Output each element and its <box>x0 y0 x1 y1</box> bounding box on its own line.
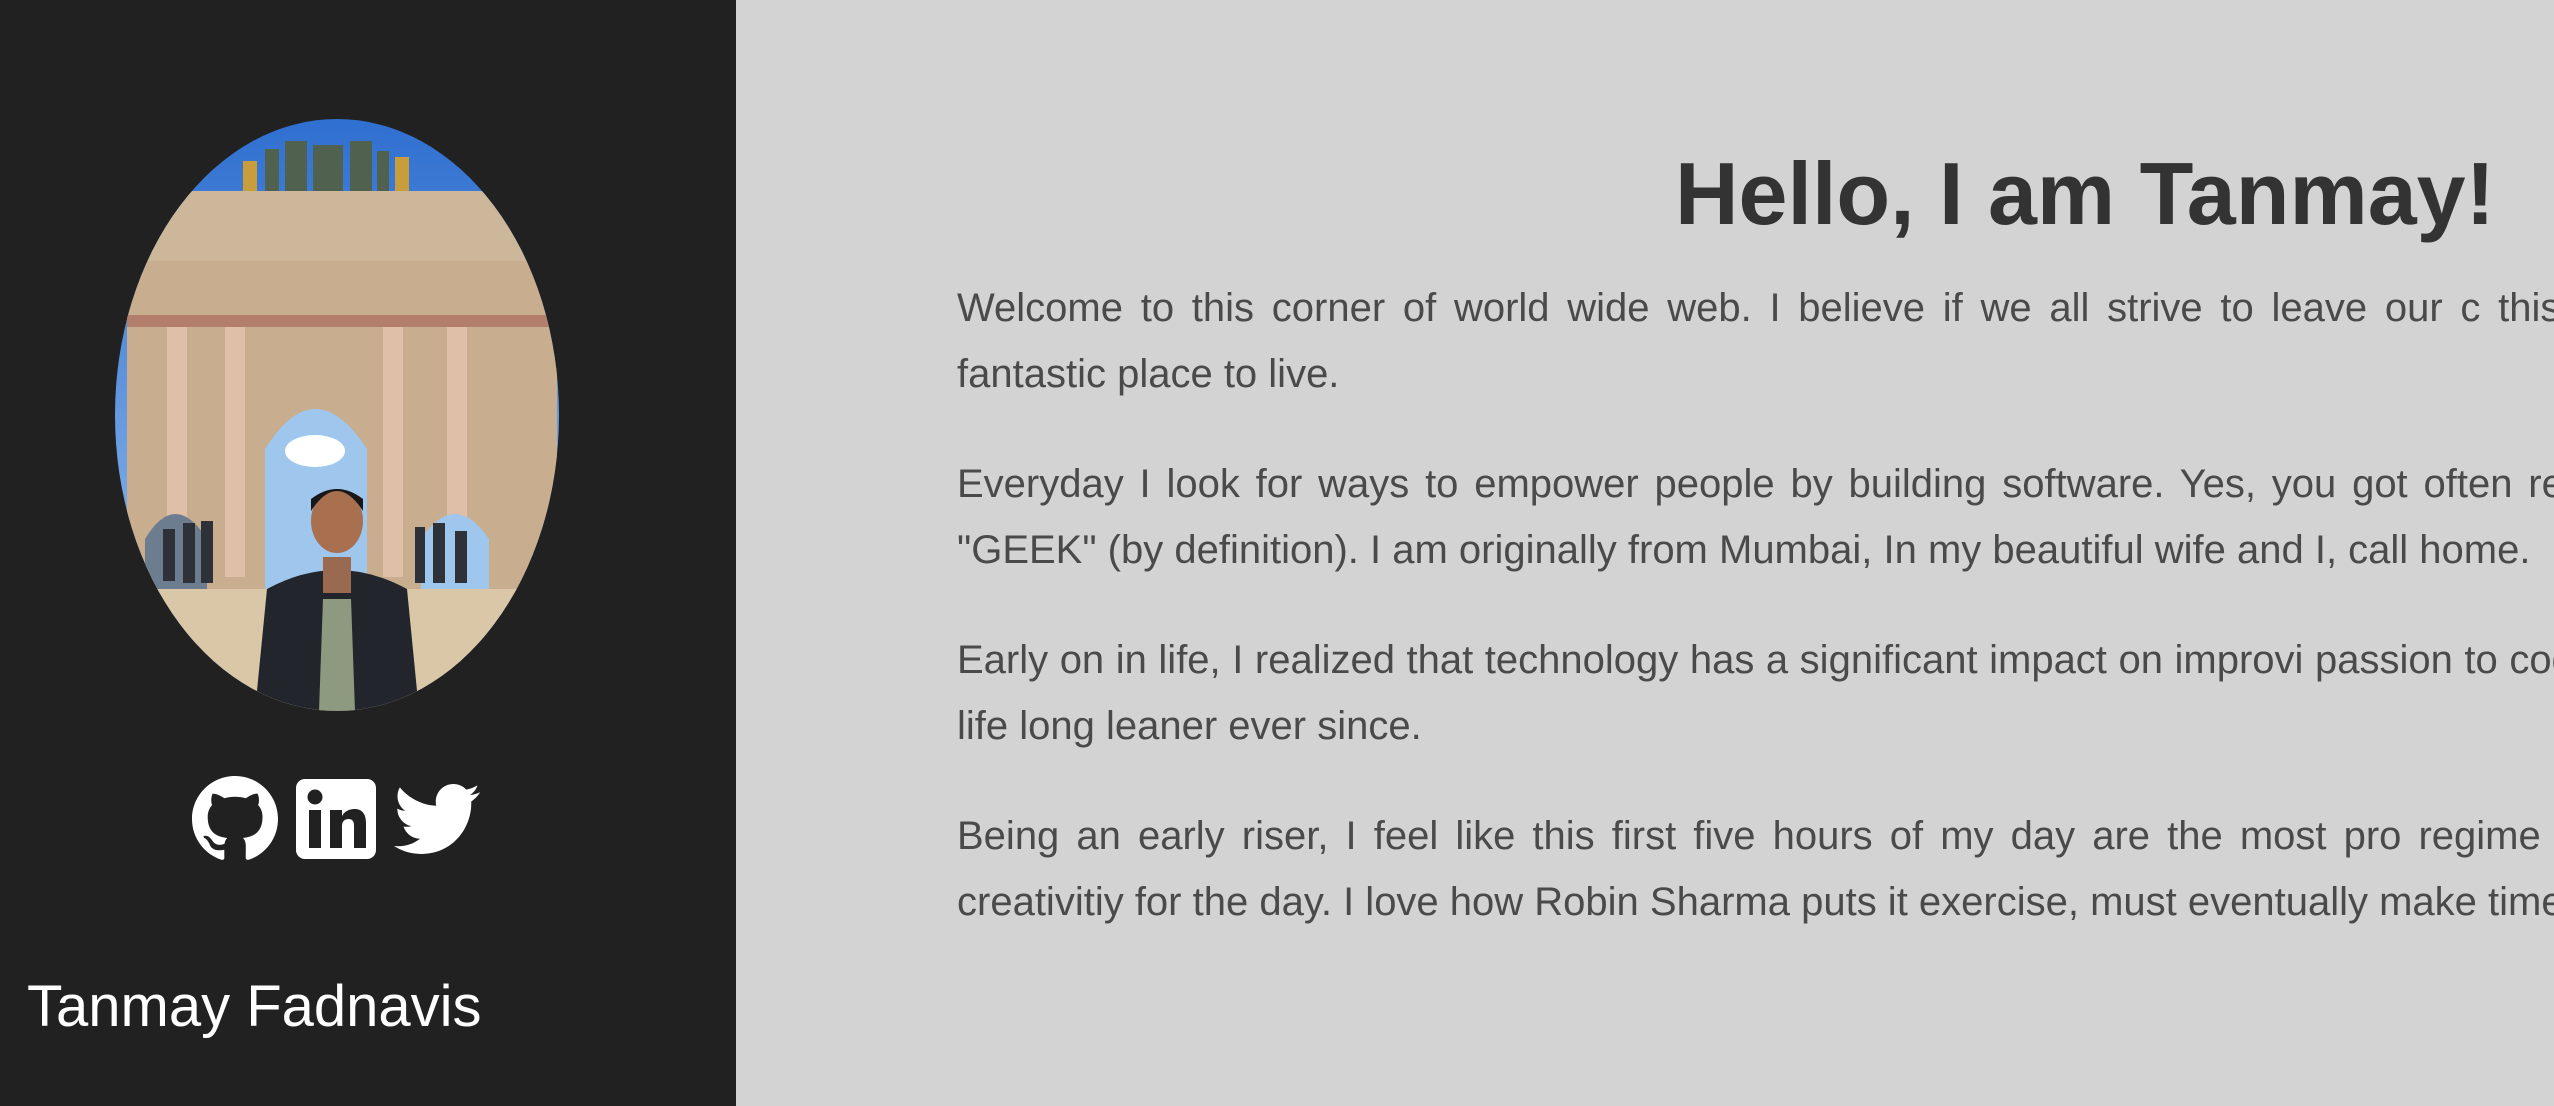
sidebar: Tanmay Fadnavis <box>0 0 736 1106</box>
github-link[interactable] <box>192 776 278 862</box>
page: Tanmay Fadnavis Hello, I am Tanmay! Welc… <box>0 0 2554 1106</box>
linkedin-link[interactable] <box>293 776 379 862</box>
about-paragraph-3: Early on in life, I realized that techno… <box>957 638 2554 748</box>
about-section: Welcome to this corner of world wide web… <box>957 275 2554 979</box>
twitter-icon <box>394 784 480 854</box>
page-title: Hello, I am Tanmay! <box>1675 144 2495 243</box>
about-paragraph-1: Welcome to this corner of world wide web… <box>957 286 2554 396</box>
profile-photo <box>115 119 559 711</box>
main-content: Hello, I am Tanmay! Welcome to this corn… <box>736 0 2554 1106</box>
github-icon <box>192 776 278 860</box>
linkedin-icon <box>296 779 376 859</box>
twitter-link[interactable] <box>394 776 480 862</box>
social-links <box>192 776 480 862</box>
about-paragraph-2: Everyday I look for ways to empower peop… <box>957 462 2554 572</box>
about-paragraph-4: Being an early riser, I feel like this f… <box>957 814 2554 924</box>
sidebar-name: Tanmay Fadnavis <box>27 974 482 1039</box>
